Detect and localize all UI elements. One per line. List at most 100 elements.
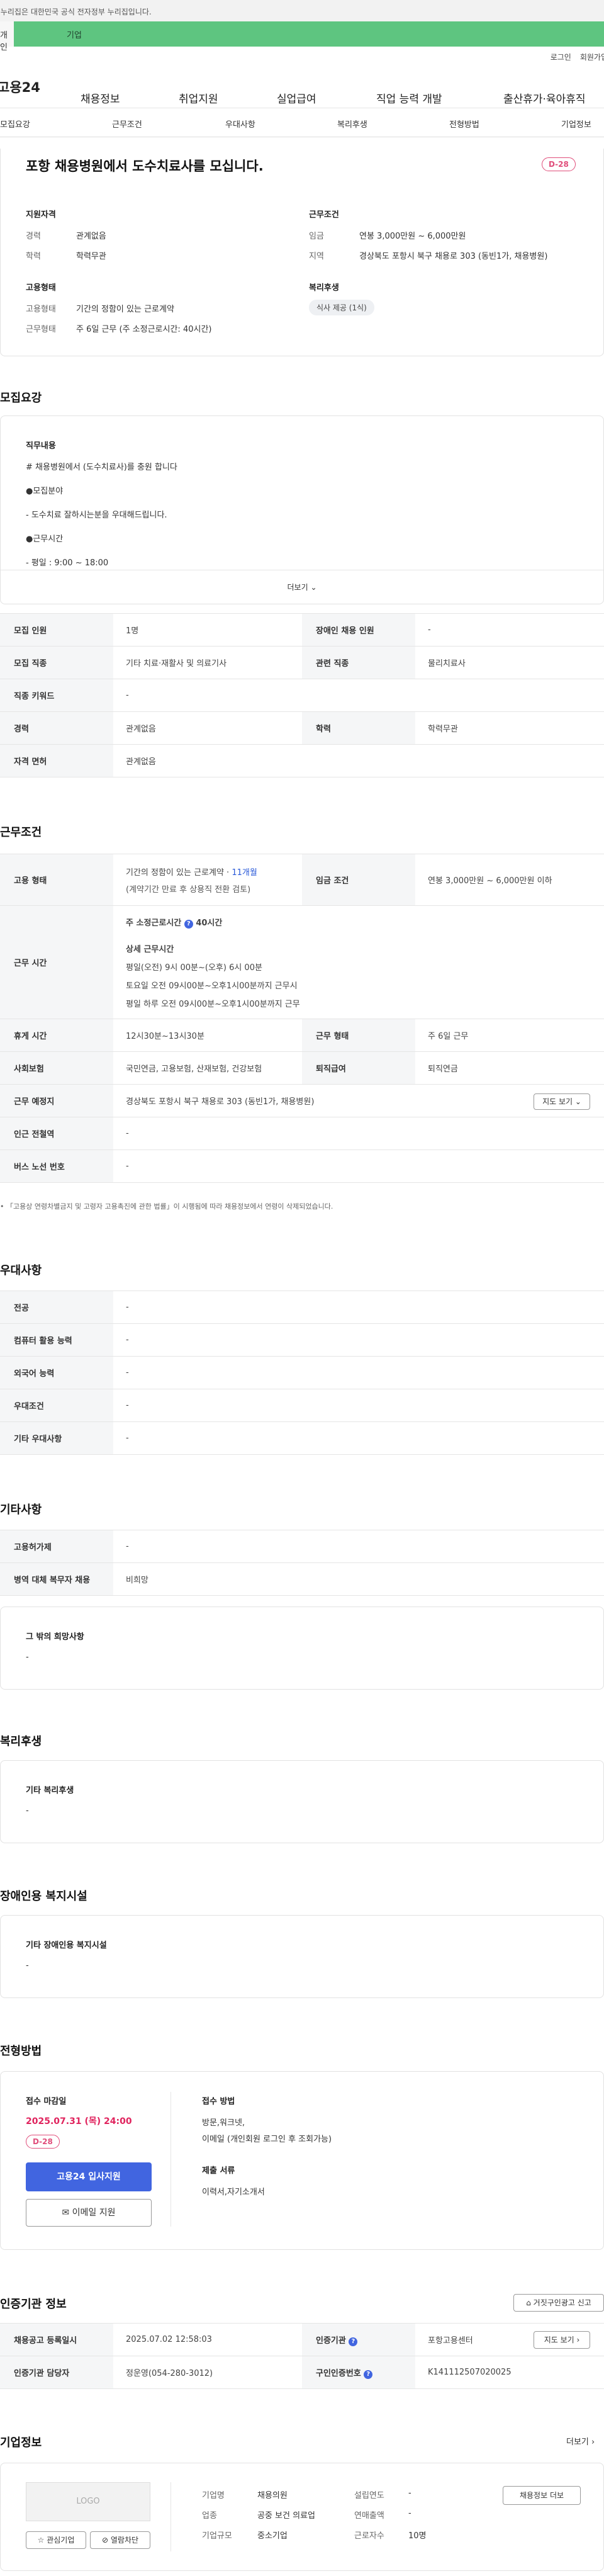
cell-value: - [113,1389,604,1422]
subnav-welfare[interactable]: 복리후생 [337,118,367,130]
cell-head: 휴게 시간 [0,1019,113,1052]
cell-head: 근무 예정지 [0,1084,113,1117]
cell-value: 2025.07.02 12:58:03 [113,2323,302,2356]
qualification-title: 지원자격 [26,210,56,220]
email-apply-button[interactable]: ✉ 이메일 지원 [26,2199,152,2227]
employment-note: (계약기간 만료 후 상용직 전환 검토) [126,884,251,895]
subnav-company[interactable]: 기업정보 [561,118,591,130]
subnav-recruit[interactable]: 모집요강 [0,118,30,130]
gnb-employment-support[interactable]: 취업지원 [179,90,218,106]
company-label: 업종 [202,2511,217,2521]
subnav-selection[interactable]: 전형방법 [449,118,479,130]
favorite-company-button[interactable]: ☆ 관심기업 [26,2531,86,2549]
cell-head: 근무 시간 [0,905,113,1019]
cell-head: 사회보험 [0,1051,113,1085]
subnav-preferences[interactable]: 우대사항 [225,118,255,130]
chevron-right-icon: › [591,2438,595,2447]
help-icon[interactable]: ? [349,2337,358,2346]
cell-head: 고용허가제 [0,1530,113,1563]
chevron-right-icon: › [576,2336,580,2344]
gov-banner: 이 누리집은 대한민국 공식 전자정부 누리집입니다. [0,0,604,21]
detail-hours-title: 상세 근무시간 [126,944,174,954]
cell-value-place: 경상북도 포항시 북구 채용로 303 (동빈1가, 채용병원) 지도 보기 ⌄ [113,1084,604,1117]
gnb-parental-leave[interactable]: 출산휴가·육아휴직 [503,90,586,106]
weekly-hours-value: 40시간 [196,918,223,928]
signup-link[interactable]: 회원가입 [580,52,604,65]
age-notice: • 「고용상 연령차별금지 및 고령자 고용촉진에 관한 법률」이 시행됨에 따… [0,1201,333,1211]
cell-value: - [113,1150,604,1183]
other-wishes-value: - [26,1652,29,1662]
house-icon: ⌂ [526,2298,531,2307]
gnb-vocational-training[interactable]: 직업 능력 개발 [376,90,442,106]
selection-section-title: 전형방법 [0,2045,42,2058]
site-logo[interactable]: 고용24 [0,77,73,96]
cell-value: 정운영(054-280-3012) [113,2356,302,2389]
subnav-conditions[interactable]: 근무조건 [112,118,142,130]
cell-head: 우대조건 [0,1389,113,1422]
welfare-section-title: 복리후생 [0,1735,42,1748]
gnb-jobs[interactable]: 채용정보 [81,90,120,106]
employment-value: 기간의 정함이 있는 근로계약 · [126,867,232,878]
cell-value: 물리치료사 [415,646,604,679]
cell-head: 근무 형태 [302,1019,415,1052]
employment-title: 고용형태 [26,283,56,293]
cell-value: 비희망 [113,1562,604,1596]
help-icon[interactable]: ? [364,2370,373,2379]
cell-head: 외국어 능력 [0,1356,113,1389]
cell-head: 모집 인원 [0,613,113,647]
apply-button[interactable]: 고용24 입사지원 [26,2162,152,2191]
chevron-down-icon: ⌄ [310,583,317,592]
pref-section-title: 우대사항 [0,1264,42,1277]
cell-value-agency: 포항고용센터 지도 보기 › [415,2323,604,2356]
table-row: 버스 노선 번호 - [0,1150,604,1183]
table-row: 병역 대체 복무자 채용 비희망 [0,1562,604,1596]
cell-head-agency: 인증기관 ? [302,2323,415,2356]
cond-value-wage: 연봉 3,000만원 ~ 6,000만원 [359,232,466,241]
duty-line-1: ●모집분야 [26,487,64,496]
table-row: 우대조건 - [0,1389,604,1422]
gnb-unemployment-benefit[interactable]: 실업급여 [277,90,316,106]
cell-value: 주 6일 근무 [415,1019,604,1052]
welfare-summary-title: 복리후생 [309,283,339,293]
company-more-link[interactable]: 더보기 › [566,2435,595,2447]
cell-value: - [113,1323,604,1357]
duty-line-2: - 도수치료 잘하시는분을 우대해드립니다. [26,511,167,520]
table-row: 자격 면허 관계없음 [0,744,604,777]
emp-label-type: 고용형태 [26,305,56,314]
table-row: 근무 예정지 경상북도 포항시 북구 채용로 303 (동빈1가, 채용병원) … [0,1084,604,1117]
more-button[interactable]: 더보기 ⌄ [1,570,603,604]
cell-head: 임금 조건 [302,854,415,906]
company-logo-placeholder: LOGO [26,2482,150,2521]
method-value-2: 이메일 (개인회원 로그인 후 조회가능) [202,2135,332,2144]
mail-icon: ✉ [62,2208,70,2218]
block-view-button[interactable]: ⊘ 열람차단 [90,2531,150,2549]
cell-value: 학력무관 [415,711,604,745]
table-row: 휴게 시간 12시30분~13시30분 근무 형태 주 6일 근무 [0,1019,604,1052]
conditions-title: 근무조건 [309,210,339,220]
table-row: 기타 우대사항 - [0,1421,604,1455]
table-row: 사회보험 국민연금, 고용보험, 산재보험, 건강보험 퇴직급여 퇴직연금 [0,1051,604,1085]
qual-value-career: 관계없음 [76,232,106,241]
login-link[interactable]: 로그인 [551,52,571,65]
company-jobs-button[interactable]: 채용정보 더보 [503,2486,581,2505]
company-label: 설립연도 [354,2491,384,2500]
detail-hours-line: 토요일 오전 09시00분~오후1시00분까지 근무시 [126,981,298,991]
report-button[interactable]: ⌂ 거짓구인광고 신고 [513,2294,604,2312]
welfare-subtitle: 기타 복리후생 [26,1786,74,1795]
other-wishes-title: 그 밖의 희망사항 [26,1632,84,1642]
cell-value: 1명 [113,613,302,647]
tab-personal[interactable]: 개인 [0,21,14,52]
table-row: 모집 인원 1명 장애인 채용 인원 - [0,613,604,647]
logo-text: LOGO [76,2497,100,2506]
tab-business[interactable]: 기업 [14,21,604,47]
duty-line-4: - 평일 : 9:00 ~ 18:00 [26,558,109,568]
cell-value: - [113,1530,604,1563]
pref-table: 전공 - 컴퓨터 활용 능력 - 외국어 능력 - 우대조건 - 기타 우대사항 - [0,1291,604,1455]
utility-links: 로그인 회원가입 [0,47,604,65]
help-icon[interactable]: ? [184,919,193,929]
table-row: 외국어 능력 - [0,1356,604,1389]
disabled-subtitle: 기타 장애인용 복지시설 [26,1941,107,1950]
map-view-button[interactable]: 지도 보기 ⌄ [534,1093,590,1110]
agency-map-button[interactable]: 지도 보기 › [534,2331,590,2349]
posting-title: 포항 채용병원에서 도수치료사를 모십니다. [26,159,264,174]
